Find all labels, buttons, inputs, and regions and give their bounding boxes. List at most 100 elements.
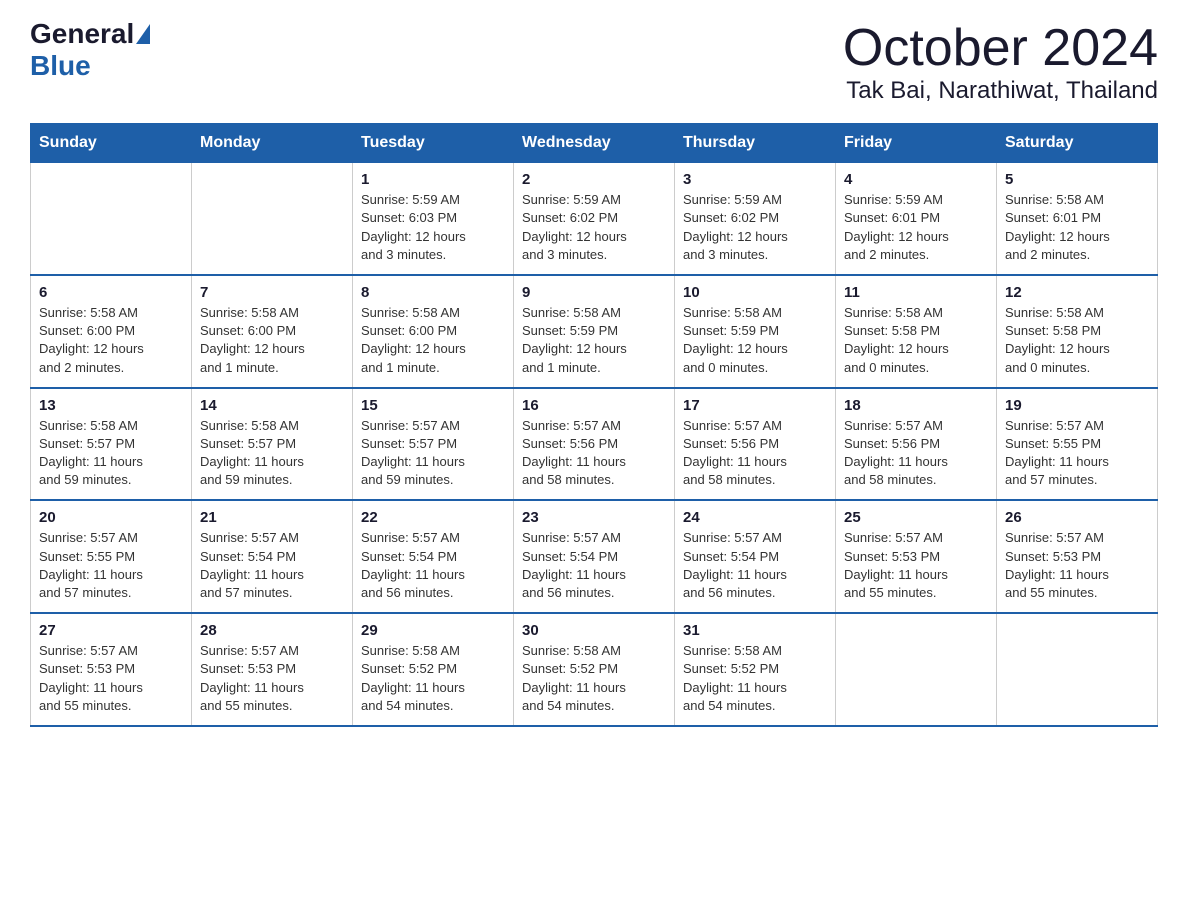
- weekday-header-row: SundayMondayTuesdayWednesdayThursdayFrid…: [31, 124, 1158, 163]
- day-info: Sunrise: 5:58 AM Sunset: 6:00 PM Dayligh…: [200, 304, 344, 377]
- day-info: Sunrise: 5:58 AM Sunset: 6:00 PM Dayligh…: [361, 304, 505, 377]
- day-number: 17: [683, 397, 827, 414]
- weekday-header-thursday: Thursday: [675, 124, 836, 163]
- calendar-cell: 16 Sunrise: 5:57 AM Sunset: 5:56 PM Dayli…: [514, 388, 675, 501]
- day-info: Sunrise: 5:57 AM Sunset: 5:55 PM Dayligh…: [39, 529, 183, 602]
- day-number: 24: [683, 509, 827, 526]
- calendar-title: October 2024: [843, 20, 1158, 77]
- day-number: 11: [844, 284, 988, 301]
- calendar-cell: 27 Sunrise: 5:57 AM Sunset: 5:53 PM Dayli…: [31, 613, 192, 726]
- day-number: 6: [39, 284, 183, 301]
- weekday-header-saturday: Saturday: [997, 124, 1158, 163]
- calendar-cell: 3Sunrise: 5:59 AM Sunset: 6:02 PM Daylig…: [675, 163, 836, 275]
- day-number: 16: [522, 397, 666, 414]
- day-number: 29: [361, 622, 505, 639]
- calendar-cell: 18Sunrise: 5:57 AM Sunset: 5:56 PM Dayli…: [836, 388, 997, 501]
- day-number: 2: [522, 171, 666, 188]
- weekday-header-sunday: Sunday: [31, 124, 192, 163]
- calendar-cell: 12 Sunrise: 5:58 AM Sunset: 5:58 PM Dayli…: [997, 275, 1158, 388]
- day-number: 12: [1005, 284, 1149, 301]
- day-number: 27: [39, 622, 183, 639]
- calendar-cell: 2 Sunrise: 5:59 AM Sunset: 6:02 PM Daylig…: [514, 163, 675, 275]
- calendar-cell: [192, 163, 353, 275]
- day-number: 22: [361, 509, 505, 526]
- day-info: Sunrise: 5:57 AM Sunset: 5:54 PM Dayligh…: [200, 529, 344, 602]
- calendar-cell: [997, 613, 1158, 726]
- day-info: Sunrise: 5:57 AM Sunset: 5:56 PM Dayligh…: [683, 417, 827, 490]
- calendar-cell: 5 Sunrise: 5:58 AM Sunset: 6:01 PM Daylig…: [997, 163, 1158, 275]
- calendar-cell: 22 Sunrise: 5:57 AM Sunset: 5:54 PM Dayli…: [353, 500, 514, 613]
- day-info: Sunrise: 5:58 AM Sunset: 5:58 PM Dayligh…: [844, 304, 988, 377]
- day-info: Sunrise: 5:59 AM Sunset: 6:01 PM Dayligh…: [844, 191, 988, 264]
- calendar-week-4: 20 Sunrise: 5:57 AM Sunset: 5:55 PM Dayli…: [31, 500, 1158, 613]
- day-number: 4: [844, 171, 988, 188]
- calendar-week-3: 13 Sunrise: 5:58 AM Sunset: 5:57 PM Dayli…: [31, 388, 1158, 501]
- calendar-cell: 26Sunrise: 5:57 AM Sunset: 5:53 PM Dayli…: [997, 500, 1158, 613]
- calendar-cell: 24 Sunrise: 5:57 AM Sunset: 5:54 PM Dayli…: [675, 500, 836, 613]
- day-number: 10: [683, 284, 827, 301]
- weekday-header-friday: Friday: [836, 124, 997, 163]
- calendar-cell: 28Sunrise: 5:57 AM Sunset: 5:53 PM Dayli…: [192, 613, 353, 726]
- calendar-cell: 15 Sunrise: 5:57 AM Sunset: 5:57 PM Dayli…: [353, 388, 514, 501]
- calendar-cell: 7 Sunrise: 5:58 AM Sunset: 6:00 PM Daylig…: [192, 275, 353, 388]
- calendar-subtitle: Tak Bai, Narathiwat, Thailand: [843, 77, 1158, 105]
- calendar-week-1: 1Sunrise: 5:59 AM Sunset: 6:03 PM Daylig…: [31, 163, 1158, 275]
- calendar-cell: 11 Sunrise: 5:58 AM Sunset: 5:58 PM Dayli…: [836, 275, 997, 388]
- weekday-header-monday: Monday: [192, 124, 353, 163]
- day-info: Sunrise: 5:59 AM Sunset: 6:03 PM Dayligh…: [361, 191, 505, 264]
- calendar-cell: 23Sunrise: 5:57 AM Sunset: 5:54 PM Dayli…: [514, 500, 675, 613]
- day-info: Sunrise: 5:59 AM Sunset: 6:02 PM Dayligh…: [683, 191, 827, 264]
- calendar-cell: 14 Sunrise: 5:58 AM Sunset: 5:57 PM Dayli…: [192, 388, 353, 501]
- calendar-cell: 9 Sunrise: 5:58 AM Sunset: 5:59 PM Daylig…: [514, 275, 675, 388]
- day-number: 5: [1005, 171, 1149, 188]
- day-info: Sunrise: 5:58 AM Sunset: 6:01 PM Dayligh…: [1005, 191, 1149, 264]
- day-number: 31: [683, 622, 827, 639]
- day-info: Sunrise: 5:57 AM Sunset: 5:54 PM Dayligh…: [361, 529, 505, 602]
- calendar-cell: 1Sunrise: 5:59 AM Sunset: 6:03 PM Daylig…: [353, 163, 514, 275]
- day-info: Sunrise: 5:57 AM Sunset: 5:56 PM Dayligh…: [522, 417, 666, 490]
- calendar-cell: 20 Sunrise: 5:57 AM Sunset: 5:55 PM Dayli…: [31, 500, 192, 613]
- day-info: Sunrise: 5:58 AM Sunset: 5:52 PM Dayligh…: [361, 642, 505, 715]
- day-number: 8: [361, 284, 505, 301]
- calendar-week-5: 27 Sunrise: 5:57 AM Sunset: 5:53 PM Dayli…: [31, 613, 1158, 726]
- day-info: Sunrise: 5:58 AM Sunset: 5:59 PM Dayligh…: [522, 304, 666, 377]
- calendar-cell: [31, 163, 192, 275]
- day-info: Sunrise: 5:58 AM Sunset: 5:57 PM Dayligh…: [200, 417, 344, 490]
- calendar-cell: 6Sunrise: 5:58 AM Sunset: 6:00 PM Daylig…: [31, 275, 192, 388]
- day-info: Sunrise: 5:58 AM Sunset: 5:58 PM Dayligh…: [1005, 304, 1149, 377]
- title-area: October 2024 Tak Bai, Narathiwat, Thaila…: [843, 20, 1158, 105]
- day-info: Sunrise: 5:57 AM Sunset: 5:55 PM Dayligh…: [1005, 417, 1149, 490]
- day-info: Sunrise: 5:58 AM Sunset: 5:59 PM Dayligh…: [683, 304, 827, 377]
- logo-general-text: General: [30, 20, 134, 48]
- day-number: 19: [1005, 397, 1149, 414]
- day-info: Sunrise: 5:57 AM Sunset: 5:53 PM Dayligh…: [39, 642, 183, 715]
- day-info: Sunrise: 5:57 AM Sunset: 5:54 PM Dayligh…: [522, 529, 666, 602]
- day-number: 15: [361, 397, 505, 414]
- day-info: Sunrise: 5:59 AM Sunset: 6:02 PM Dayligh…: [522, 191, 666, 264]
- calendar-cell: 8 Sunrise: 5:58 AM Sunset: 6:00 PM Daylig…: [353, 275, 514, 388]
- calendar-cell: 4 Sunrise: 5:59 AM Sunset: 6:01 PM Daylig…: [836, 163, 997, 275]
- day-number: 7: [200, 284, 344, 301]
- page-header: General Blue October 2024 Tak Bai, Narat…: [30, 20, 1158, 105]
- calendar-cell: 29 Sunrise: 5:58 AM Sunset: 5:52 PM Dayli…: [353, 613, 514, 726]
- day-number: 9: [522, 284, 666, 301]
- calendar-week-2: 6 Sunrise: 5:58 AM Sunset: 6:00 PM Daylig…: [31, 275, 1158, 388]
- calendar-cell: [836, 613, 997, 726]
- day-number: 20: [39, 509, 183, 526]
- calendar-cell: 10 Sunrise: 5:58 AM Sunset: 5:59 PM Dayli…: [675, 275, 836, 388]
- calendar-cell: 13Sunrise: 5:58 AM Sunset: 5:57 PM Dayli…: [31, 388, 192, 501]
- day-number: 25: [844, 509, 988, 526]
- day-number: 13: [39, 397, 183, 414]
- calendar-table: SundayMondayTuesdayWednesdayThursdayFrid…: [30, 123, 1158, 727]
- calendar-cell: 30Sunrise: 5:58 AM Sunset: 5:52 PM Dayli…: [514, 613, 675, 726]
- day-info: Sunrise: 5:57 AM Sunset: 5:57 PM Dayligh…: [361, 417, 505, 490]
- day-info: Sunrise: 5:57 AM Sunset: 5:53 PM Dayligh…: [200, 642, 344, 715]
- day-number: 14: [200, 397, 344, 414]
- calendar-cell: 19 Sunrise: 5:57 AM Sunset: 5:55 PM Dayli…: [997, 388, 1158, 501]
- day-info: Sunrise: 5:58 AM Sunset: 5:52 PM Dayligh…: [522, 642, 666, 715]
- logo-area: General Blue: [30, 20, 152, 82]
- day-info: Sunrise: 5:57 AM Sunset: 5:56 PM Dayligh…: [844, 417, 988, 490]
- day-number: 21: [200, 509, 344, 526]
- calendar-cell: 25Sunrise: 5:57 AM Sunset: 5:53 PM Dayli…: [836, 500, 997, 613]
- day-info: Sunrise: 5:57 AM Sunset: 5:54 PM Dayligh…: [683, 529, 827, 602]
